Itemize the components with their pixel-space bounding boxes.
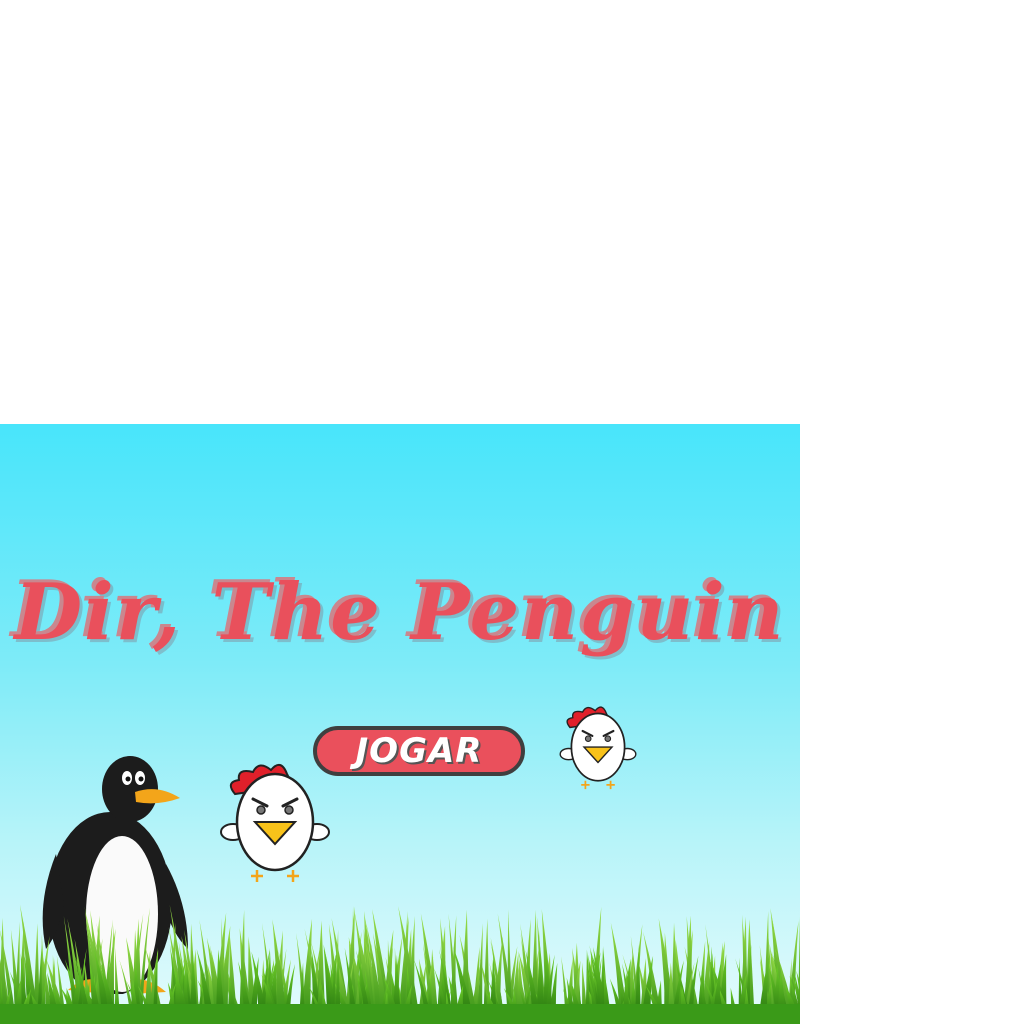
play-button-label: JOGAR	[355, 731, 483, 771]
grass-ground	[0, 904, 800, 1024]
play-button[interactable]: JOGAR	[313, 726, 525, 776]
game-title: Dir, The Penguin	[14, 567, 786, 658]
chicken-enemy	[220, 763, 330, 882]
game-canvas: Dir, The Penguin JOGAR	[0, 424, 800, 1024]
chicken-enemy	[559, 706, 637, 790]
